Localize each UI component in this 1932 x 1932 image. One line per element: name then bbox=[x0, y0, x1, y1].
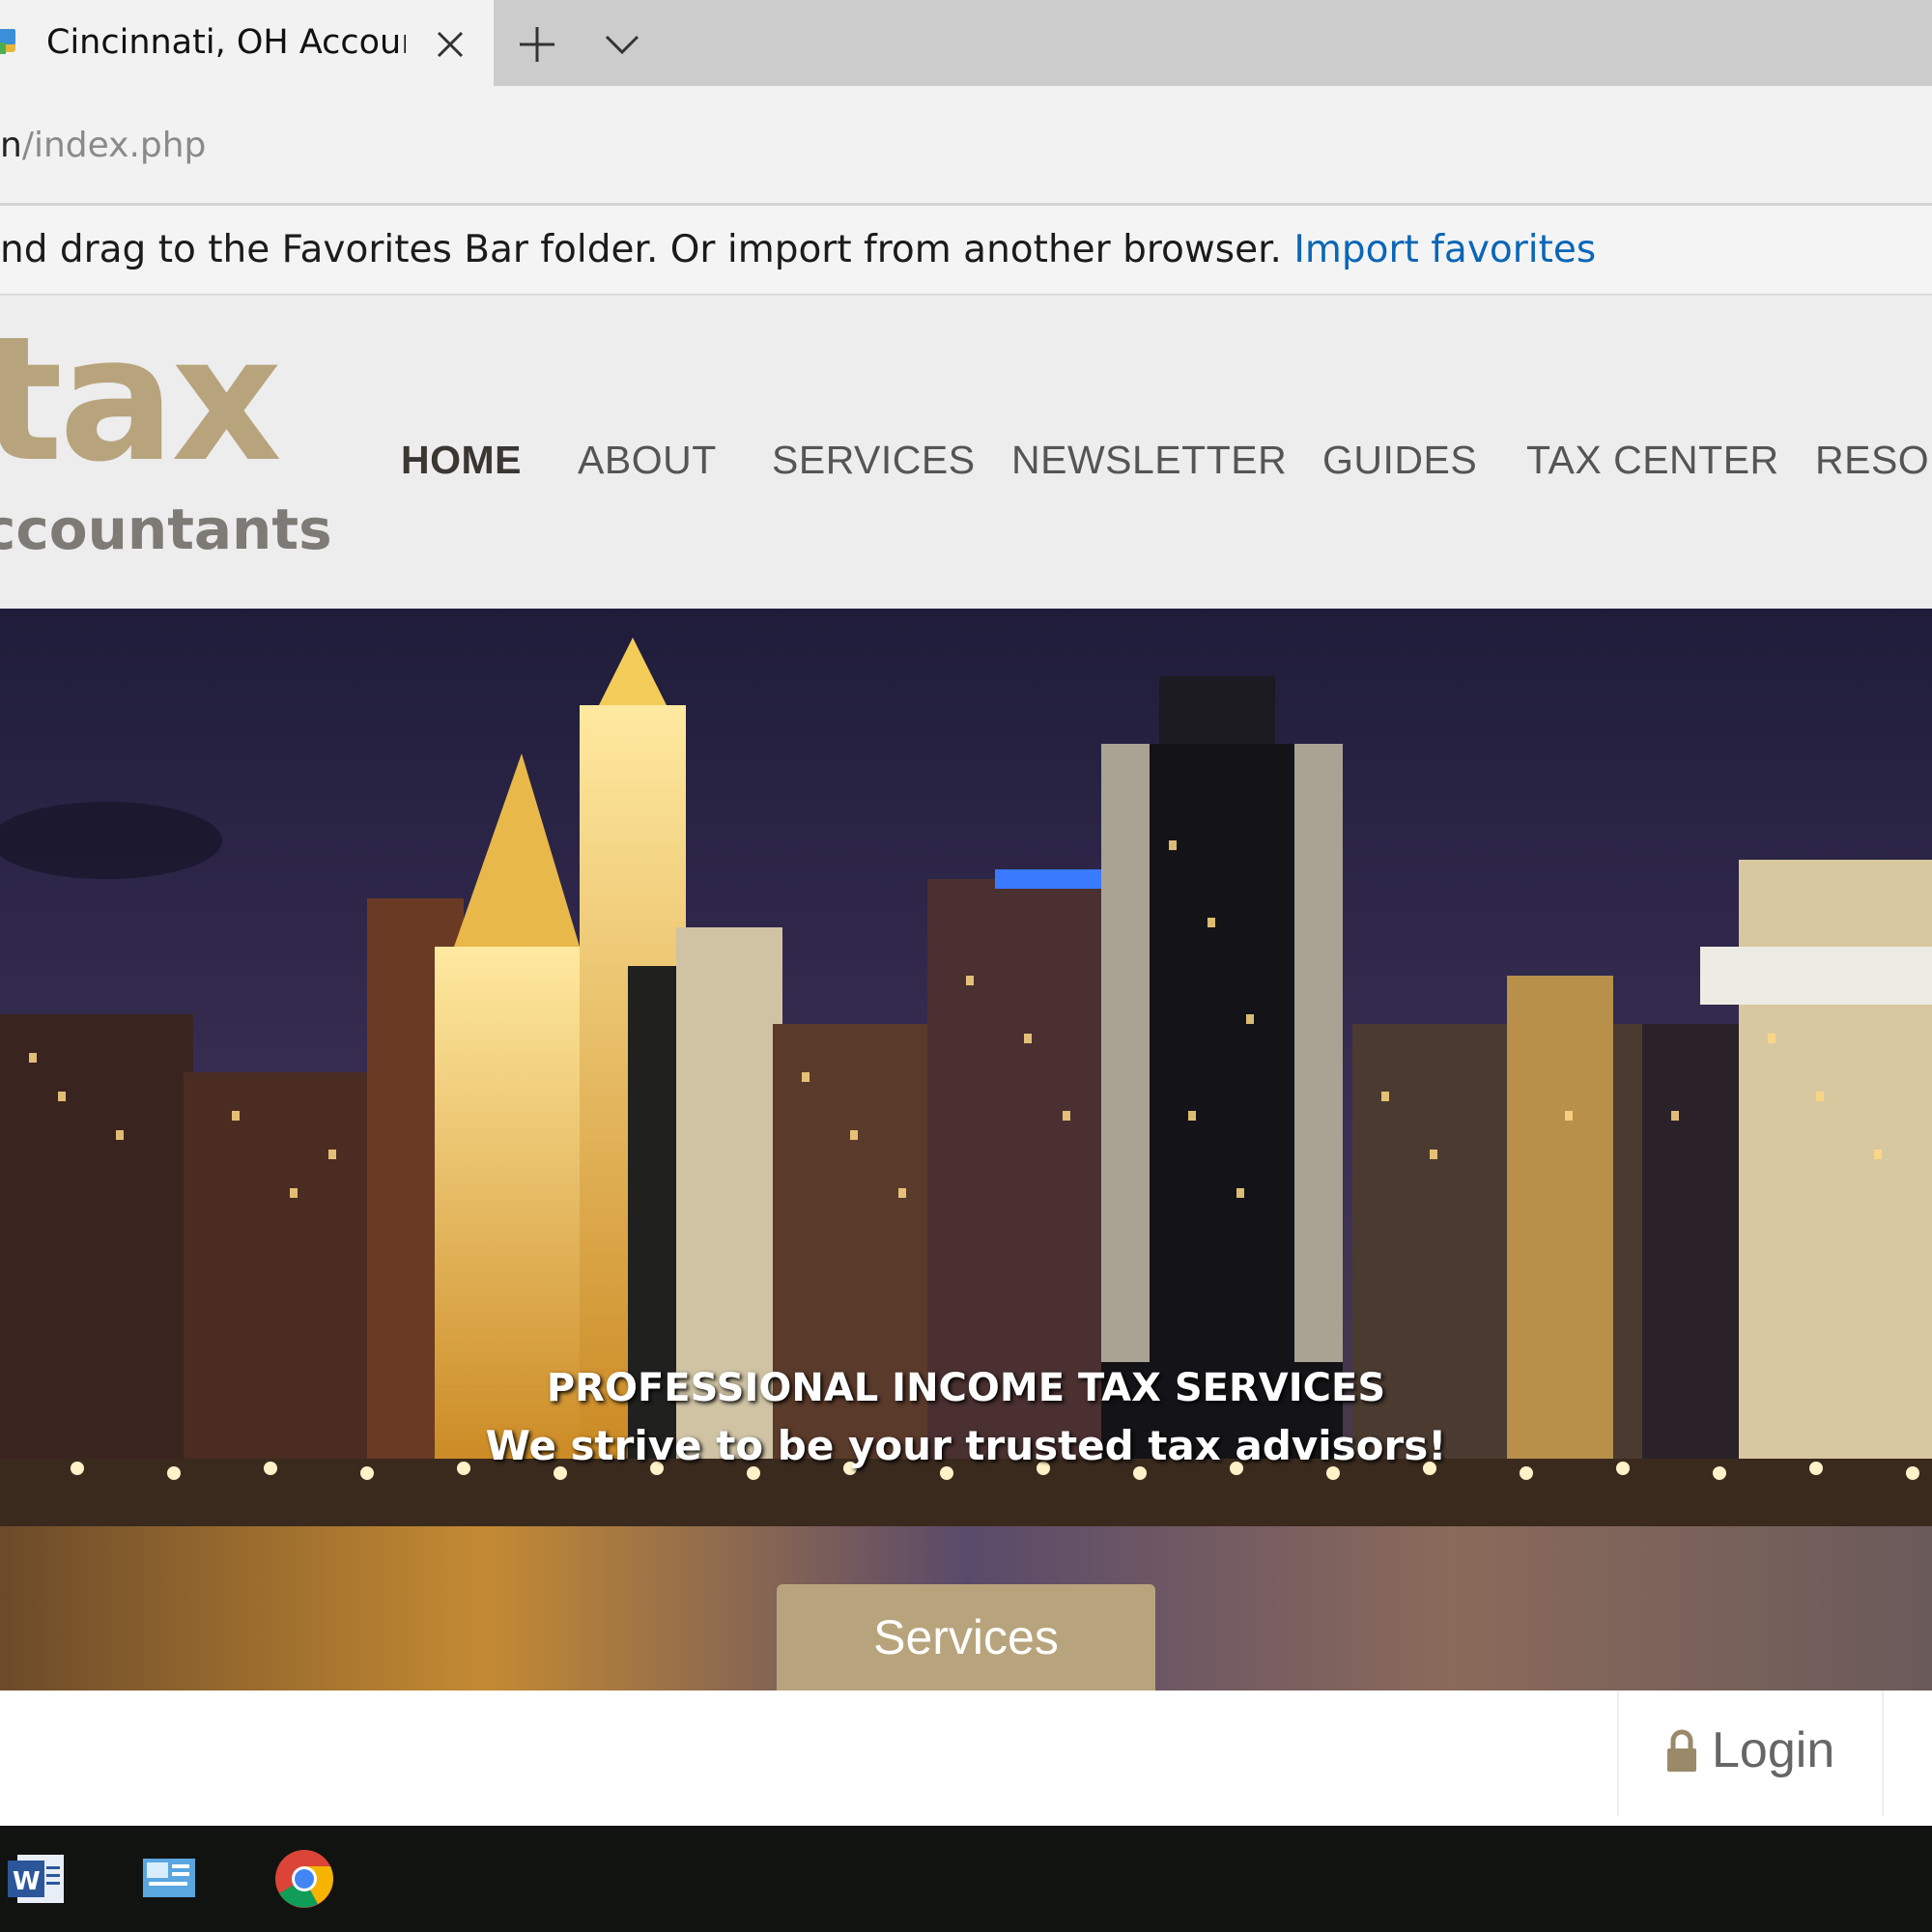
hero-subheading: We strive to be your trusted tax advisor… bbox=[485, 1422, 1447, 1469]
import-favorites-link[interactable]: Import favorites bbox=[1293, 228, 1596, 271]
lock-icon bbox=[1667, 1729, 1696, 1772]
services-button[interactable]: Services bbox=[777, 1584, 1155, 1690]
new-tab-plus-icon[interactable] bbox=[516, 23, 558, 66]
browser-tab-bar: Cincinnati, OH Accounti bbox=[0, 0, 1932, 86]
hero-heading: PROFESSIONAL INCOME TAX SERVICES bbox=[546, 1366, 1386, 1410]
nav-item-guides[interactable]: GUIDES bbox=[1322, 431, 1477, 489]
control-panel-icon[interactable] bbox=[137, 1847, 201, 1911]
site-header: tax ccountants HOME ABOUT SERVICES NEWSL… bbox=[0, 296, 1932, 609]
nav-item-resources[interactable]: RESOU bbox=[1815, 431, 1932, 489]
site-favicon-icon bbox=[0, 29, 15, 54]
tab-list-chevron-down-icon[interactable] bbox=[601, 25, 643, 64]
svg-text:W: W bbox=[13, 1867, 41, 1896]
windows-taskbar: W bbox=[0, 1826, 1932, 1932]
nav-item-about[interactable]: ABOUT bbox=[578, 431, 717, 489]
login-label: Login bbox=[1712, 1722, 1835, 1778]
nav-item-services[interactable]: SERVICES bbox=[772, 431, 976, 489]
word-icon[interactable]: W bbox=[4, 1847, 68, 1911]
browser-tab[interactable]: Cincinnati, OH Accounti bbox=[0, 0, 494, 86]
tab-title: Cincinnati, OH Accounti bbox=[46, 23, 406, 62]
url-text[interactable]: n/index.php bbox=[0, 125, 206, 167]
login-button[interactable]: Login bbox=[1617, 1690, 1884, 1816]
favorites-bar: nd drag to the Favorites Bar folder. Or … bbox=[0, 206, 1932, 296]
nav-item-tax-center[interactable]: TAX CENTER bbox=[1526, 431, 1779, 489]
footer-strip: Login bbox=[0, 1690, 1932, 1826]
main-nav: HOME ABOUT SERVICES NEWSLETTER GUIDES TA… bbox=[0, 431, 1932, 489]
url-path: /index.php bbox=[21, 126, 207, 165]
address-bar[interactable]: n/index.php bbox=[0, 86, 1932, 206]
nav-item-newsletter[interactable]: NEWSLETTER bbox=[1011, 431, 1287, 489]
logo-sub-text[interactable]: ccountants bbox=[0, 497, 332, 562]
hero-banner: PROFESSIONAL INCOME TAX SERVICES We stri… bbox=[0, 609, 1932, 1690]
url-host: n bbox=[0, 126, 22, 165]
chrome-icon[interactable] bbox=[272, 1847, 336, 1911]
favorites-bar-message: nd drag to the Favorites Bar folder. Or … bbox=[0, 227, 1596, 273]
favorites-bar-text: nd drag to the Favorites Bar folder. Or … bbox=[0, 228, 1282, 271]
city-skyline-night-image bbox=[0, 609, 1932, 1690]
nav-item-home[interactable]: HOME bbox=[401, 431, 522, 489]
close-tab-icon[interactable] bbox=[431, 25, 469, 64]
